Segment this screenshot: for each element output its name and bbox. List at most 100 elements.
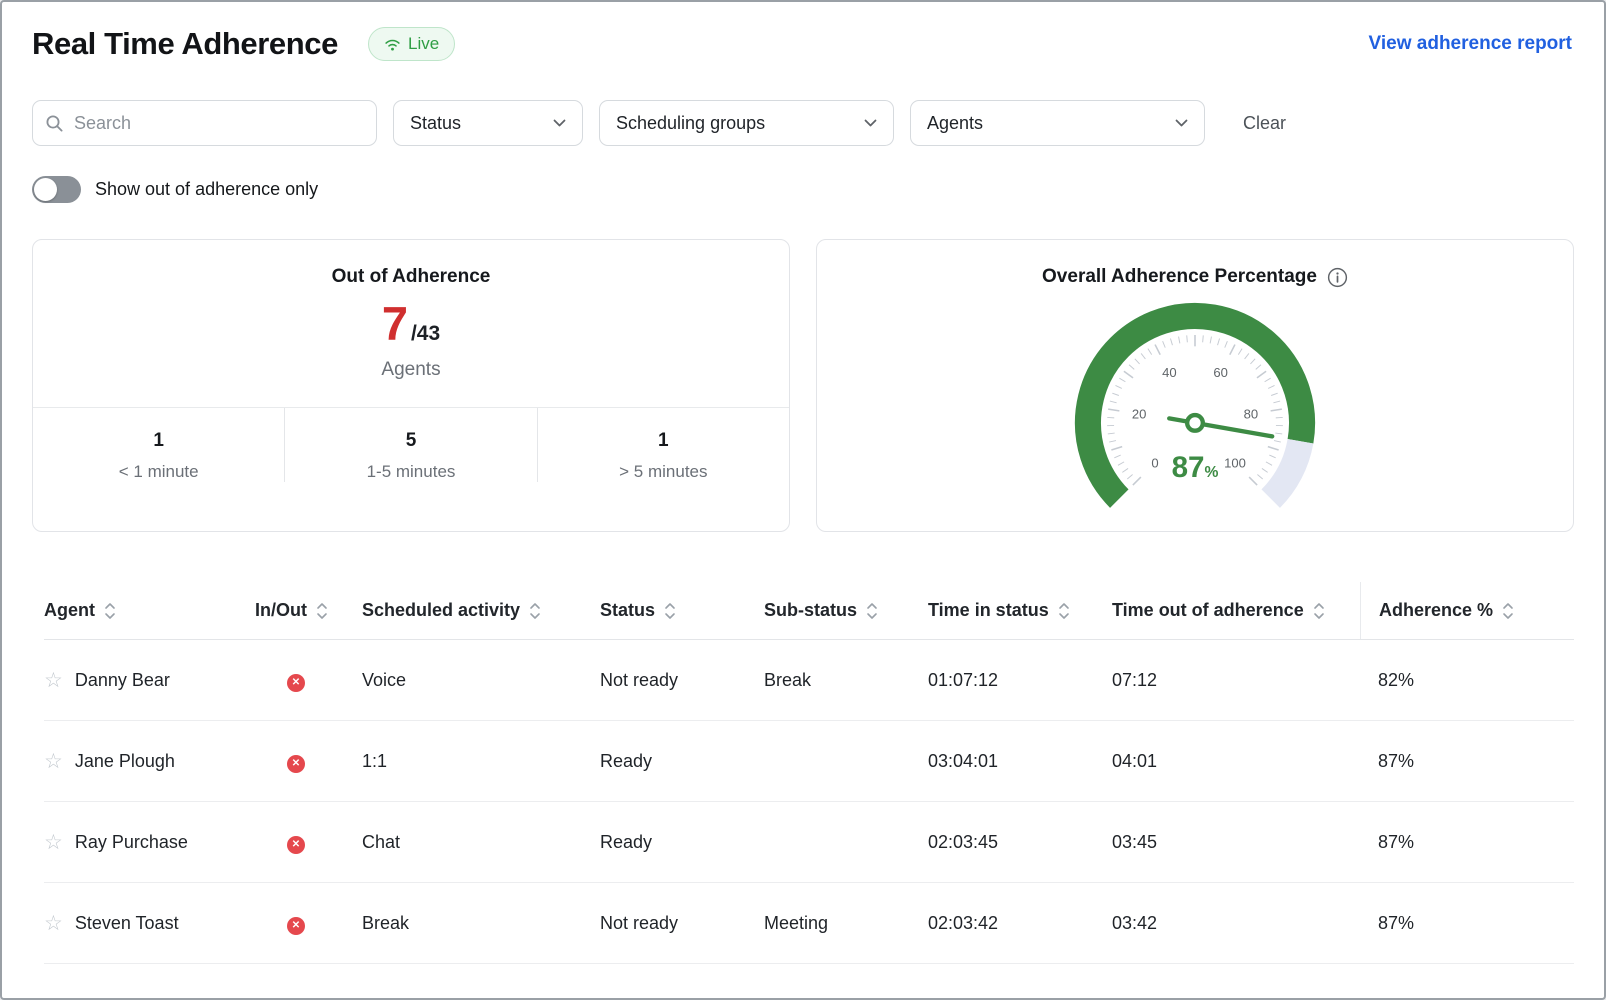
wifi-icon xyxy=(384,37,401,52)
breakdown-value: 1 xyxy=(538,430,789,452)
agent-cell: ☆ Steven Toast xyxy=(44,913,255,934)
breakdown-value: 1 xyxy=(33,430,284,452)
breakdown-1-5-minutes: 5 1-5 minutes xyxy=(284,408,536,482)
column-header-scheduled-activity[interactable]: Scheduled activity xyxy=(362,600,600,621)
column-header-label: Agent xyxy=(44,600,95,621)
status-cell: Not ready xyxy=(600,670,764,691)
column-header-status[interactable]: Status xyxy=(600,600,764,621)
agent-name: Steven Toast xyxy=(75,913,179,934)
real-time-adherence-page: Real Time Adherence Live View adherence … xyxy=(0,0,1606,1000)
column-header-adherence[interactable]: Adherence % xyxy=(1360,582,1574,639)
time-in-status-cell: 02:03:42 xyxy=(928,913,1112,934)
column-header-label: Adherence % xyxy=(1379,600,1493,621)
sort-icon[interactable] xyxy=(1058,601,1070,621)
agent-name: Jane Plough xyxy=(75,751,175,772)
column-header-label: Time out of adherence xyxy=(1112,600,1304,621)
column-header-label: Scheduled activity xyxy=(362,600,520,621)
svg-text:87%: 87% xyxy=(1172,451,1219,484)
table-header-row: Agent In/Out Scheduled activity Status S… xyxy=(44,582,1574,640)
chevron-down-icon xyxy=(553,119,566,128)
agent-cell: ☆ Danny Bear xyxy=(44,670,255,691)
agent-name: Ray Purchase xyxy=(75,832,188,853)
column-header-label: Time in status xyxy=(928,600,1049,621)
column-header-label: Sub-status xyxy=(764,600,857,621)
table-row[interactable]: ☆ Ray Purchase ✕ Chat Ready 02:03:45 03:… xyxy=(44,802,1574,883)
time-out-of-adherence-cell: 03:42 xyxy=(1112,913,1378,934)
status-cell: Ready xyxy=(600,751,764,772)
agent-cell: ☆ Ray Purchase xyxy=(44,832,255,853)
x-glyph: ✕ xyxy=(292,678,300,688)
sort-icon[interactable] xyxy=(1502,601,1514,621)
column-header-agent[interactable]: Agent xyxy=(44,600,255,621)
table-row[interactable]: ☆ Jane Plough ✕ 1:1 Ready 03:04:01 04:01… xyxy=(44,721,1574,802)
in-out-cell: ✕ xyxy=(255,750,362,773)
out-of-adherence-count: 7 /43 xyxy=(33,300,789,347)
breakdown-under-1-minute: 1 < 1 minute xyxy=(33,408,284,482)
toggle-knob xyxy=(34,178,57,201)
star-icon[interactable]: ☆ xyxy=(44,913,63,934)
table-row[interactable]: ☆ Steven Toast ✕ Break Not ready Meeting… xyxy=(44,883,1574,964)
agents-dropdown[interactable]: Agents xyxy=(910,100,1205,146)
column-header-label: Status xyxy=(600,600,655,621)
in-out-cell: ✕ xyxy=(255,912,362,935)
agents-table: Agent In/Out Scheduled activity Status S… xyxy=(44,582,1574,964)
out-of-adherence-breakdown: 1 < 1 minute 5 1-5 minutes 1 > 5 minutes xyxy=(33,408,789,482)
adherence-cell: 82% xyxy=(1378,670,1574,691)
topbar: Real Time Adherence Live View adherence … xyxy=(2,2,1604,62)
gauge-wrapper: 02040608010087% xyxy=(817,288,1573,523)
out-of-adherence-only-toggle[interactable] xyxy=(32,176,81,203)
in-out-cell: ✕ xyxy=(255,831,362,854)
sort-icon[interactable] xyxy=(104,601,116,621)
adherence-gauge: 02040608010087% xyxy=(1034,288,1356,523)
out-of-adherence-icon: ✕ xyxy=(287,755,305,773)
live-badge-label: Live xyxy=(408,34,439,54)
x-glyph: ✕ xyxy=(292,840,300,850)
x-glyph: ✕ xyxy=(292,921,300,931)
breakdown-over-5-minutes: 1 > 5 minutes xyxy=(537,408,789,482)
x-glyph: ✕ xyxy=(292,759,300,769)
scheduling-groups-dropdown[interactable]: Scheduling groups xyxy=(599,100,894,146)
svg-text:0: 0 xyxy=(1151,455,1158,470)
search-input[interactable] xyxy=(32,100,377,146)
sort-icon[interactable] xyxy=(866,601,878,621)
scheduling-groups-dropdown-label: Scheduling groups xyxy=(616,113,765,134)
agent-cell: ☆ Jane Plough xyxy=(44,751,255,772)
status-dropdown-label: Status xyxy=(410,113,461,134)
sort-icon[interactable] xyxy=(664,601,676,621)
overall-adherence-card-title: Overall Adherence Percentage xyxy=(817,266,1573,288)
time-in-status-cell: 02:03:45 xyxy=(928,832,1112,853)
info-icon[interactable] xyxy=(1327,267,1348,288)
table-row[interactable]: ☆ Danny Bear ✕ Voice Not ready Break 01:… xyxy=(44,640,1574,721)
toggle-row: Show out of adherence only xyxy=(32,176,1574,203)
time-in-status-cell: 03:04:01 xyxy=(928,751,1112,772)
clear-filters-button[interactable]: Clear xyxy=(1243,113,1286,134)
sort-icon[interactable] xyxy=(316,601,328,621)
out-of-adherence-unit: Agents xyxy=(33,359,789,381)
status-dropdown[interactable]: Status xyxy=(393,100,583,146)
time-out-of-adherence-cell: 04:01 xyxy=(1112,751,1378,772)
scheduled-activity-cell: Break xyxy=(362,913,600,934)
overall-adherence-title-text: Overall Adherence Percentage xyxy=(1042,266,1317,288)
sort-icon[interactable] xyxy=(1313,601,1325,621)
out-of-adherence-card: Out of Adherence 7 /43 Agents 1 < 1 minu… xyxy=(32,239,790,532)
view-adherence-report-link[interactable]: View adherence report xyxy=(1369,33,1572,55)
column-header-in-out[interactable]: In/Out xyxy=(255,600,362,621)
star-icon[interactable]: ☆ xyxy=(44,670,63,691)
column-header-time-in-status[interactable]: Time in status xyxy=(928,600,1112,621)
adherence-cell: 87% xyxy=(1378,913,1574,934)
star-icon[interactable]: ☆ xyxy=(44,751,63,772)
breakdown-label: > 5 minutes xyxy=(538,462,789,482)
time-in-status-cell: 01:07:12 xyxy=(928,670,1112,691)
breakdown-label: 1-5 minutes xyxy=(285,462,536,482)
sort-icon[interactable] xyxy=(529,601,541,621)
star-icon[interactable]: ☆ xyxy=(44,832,63,853)
out-of-adherence-count-value: 7 xyxy=(382,300,408,347)
svg-text:60: 60 xyxy=(1213,365,1228,380)
chevron-down-icon xyxy=(1175,119,1188,128)
sub-status-cell: Break xyxy=(764,670,928,691)
column-header-time-out-of-adherence[interactable]: Time out of adherence xyxy=(1112,600,1378,621)
column-header-sub-status[interactable]: Sub-status xyxy=(764,600,928,621)
chevron-down-icon xyxy=(864,119,877,128)
svg-text:20: 20 xyxy=(1132,407,1147,422)
status-cell: Ready xyxy=(600,832,764,853)
